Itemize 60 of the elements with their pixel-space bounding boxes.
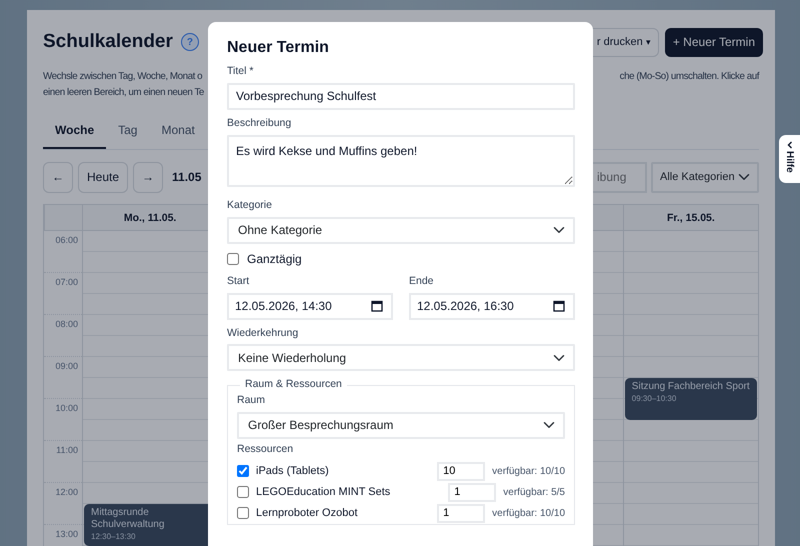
hour-label: 09:00 — [55, 360, 78, 370]
field-label: Wiederkehrung — [227, 326, 300, 341]
field-label: Ressourcen — [237, 442, 294, 457]
caret-icon: ▾ — [646, 37, 651, 47]
category-filter[interactable]: Alle Kategorien — [651, 162, 759, 192]
hour-label: 10:00 — [55, 402, 78, 412]
next-week-button[interactable]: → — [133, 162, 164, 192]
calendar-icon[interactable] — [371, 300, 383, 312]
availability-text: verfügbar: 5/5 — [503, 486, 565, 500]
category-select[interactable]: Ohne Kategorie — [227, 216, 575, 244]
quantity-input[interactable]: 1 — [448, 482, 496, 502]
field-label: Titel * — [227, 64, 254, 80]
availability-text: verfügbar: 10/10 — [492, 506, 565, 521]
field-label: Ende — [409, 274, 435, 289]
resource-name: Lernproboter Ozobot — [256, 506, 359, 521]
calendar-event[interactable]: Sitzung Fachbereich Sport 09:30–10:30 — [624, 378, 757, 420]
calendar-icon[interactable] — [553, 300, 565, 312]
new-event-button[interactable]: + Neuer Termin — [664, 28, 763, 56]
view-tab[interactable]: Woche — [43, 114, 106, 148]
recurrence-select[interactable]: Keine Wiederholung — [227, 344, 575, 372]
field-label: Kategorie — [227, 198, 273, 214]
resource-checkbox[interactable] — [237, 465, 249, 478]
help-tab[interactable]: Hilfe — [779, 135, 800, 183]
resource-name: LEGOEducation MINT Sets — [256, 484, 392, 500]
text-input[interactable]: Vorbesprechung Schulfest — [227, 82, 575, 110]
description-text: che (Mo-So) umschalten. Klicke auf — [620, 70, 759, 84]
group-legend: Raum & Ressourcen — [240, 377, 347, 394]
field-label: Start — [227, 274, 250, 289]
description-textarea[interactable]: Es wird Kekse und Muffins geben! — [227, 134, 575, 187]
page-title: Schulkalender — [43, 30, 173, 54]
date-range: 11.05 — [172, 169, 202, 186]
hour-label: 12:00 — [55, 486, 78, 496]
hour-label: 13:00 — [55, 528, 78, 538]
quantity-input[interactable]: 1 — [437, 504, 486, 523]
search-field[interactable]: ibung — [591, 162, 647, 192]
hour-label: 07:00 — [55, 276, 78, 286]
hour-label: 06:00 — [55, 234, 78, 244]
checkbox-label: Ganztägig — [247, 250, 302, 268]
description-text: Wechsle zwischen Tag, Woche, Monat o — [43, 70, 204, 84]
today-button[interactable]: Heute — [78, 162, 128, 192]
chevron-icon — [786, 141, 794, 149]
resource-checkbox[interactable] — [237, 507, 249, 520]
field-label: Beschreibung — [227, 116, 292, 131]
dialog-title: Neuer Termin — [227, 38, 330, 58]
quantity-input[interactable]: 10 — [437, 462, 486, 481]
date-time-field[interactable]: 12.05.2026, 16:30 — [409, 292, 575, 320]
resource-checkbox[interactable] — [237, 486, 249, 498]
view-tab[interactable]: Tag — [106, 114, 150, 148]
view-tab[interactable]: Monat — [149, 114, 207, 148]
column-header: Fr., 15.05. — [622, 204, 758, 230]
all-day-checkbox[interactable] — [227, 252, 239, 265]
hour-label: 11:00 — [56, 444, 78, 454]
room-select[interactable]: Großer Besprechungsraum — [237, 412, 565, 439]
field-label: Raum — [237, 393, 266, 408]
date-time-field[interactable]: 12.05.2026, 14:30 — [227, 292, 393, 320]
description-text: einen leeren Bereich, um einen neuen Te — [43, 86, 204, 100]
hour-label: 08:00 — [55, 318, 78, 328]
resource-name: iPads (Tablets) — [256, 464, 330, 479]
previous-week-button[interactable]: ← — [43, 162, 73, 192]
availability-text: verfügbar: 10/10 — [492, 464, 565, 479]
